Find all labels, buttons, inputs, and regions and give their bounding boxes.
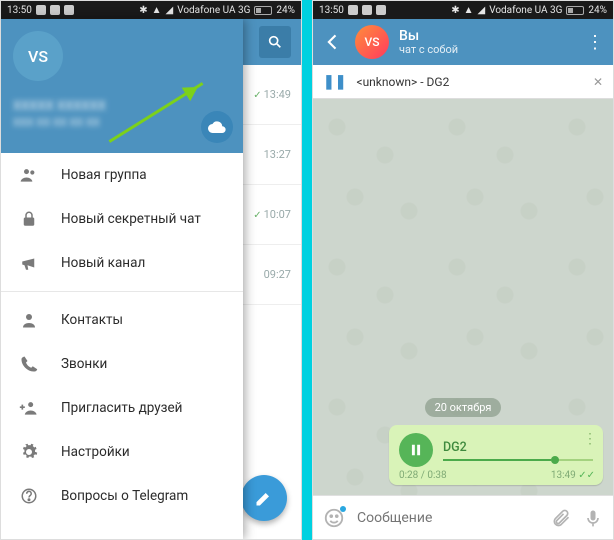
emoji-button[interactable] [323, 507, 345, 529]
date-chip: 20 октября [425, 398, 502, 417]
app-icon [376, 5, 386, 15]
separator [302, 0, 312, 540]
pause-button[interactable] [399, 433, 433, 467]
saved-messages-button[interactable] [201, 111, 233, 143]
carrier-label: Vodafone UA 3G [177, 5, 250, 16]
navigation-drawer: VS XXXXX XXXXXX XXX XX XX XX XX Новая гр… [1, 19, 243, 539]
user-name: XXXXX XXXXXX [13, 99, 231, 114]
menu-button[interactable]: ⋮ [585, 32, 605, 53]
menu-label: Новый канал [61, 255, 145, 271]
status-bar: 13:50 ✱ ▲ ◢ Vodafone UA 3G 24% [313, 1, 613, 19]
group-icon [19, 165, 39, 185]
status-time: 13:50 [7, 5, 32, 16]
battery-icon [566, 6, 584, 15]
player-track: <unknown> - DG2 [356, 75, 582, 89]
menu-calls[interactable]: Звонки [1, 342, 243, 386]
menu-contacts[interactable]: Контакты [1, 298, 243, 342]
drawer-menu: Новая группа Новый секретный чат Новый к… [1, 153, 243, 539]
app-icon [362, 5, 372, 15]
back-button[interactable] [321, 32, 345, 52]
menu-faq[interactable]: Вопросы о Telegram [1, 474, 243, 518]
track-name: DG2 [443, 440, 593, 455]
bluetooth-icon: ✱ [139, 5, 147, 16]
more-icon[interactable]: ⋮ [583, 431, 597, 447]
menu-label: Вопросы о Telegram [61, 488, 188, 504]
message-input-bar [313, 495, 613, 539]
audio-message-bubble[interactable]: ⋮ DG2 0:28 / 0:38 13:49 ✓✓ [389, 425, 603, 485]
app-icon [36, 5, 46, 15]
gear-icon [19, 442, 39, 462]
menu-label: Звонки [61, 356, 107, 372]
phone-icon [19, 354, 39, 374]
app-icon [50, 5, 60, 15]
menu-label: Пригласить друзей [61, 400, 182, 416]
app-icon [64, 5, 74, 15]
status-bar: 13:50 ✱ ▲ ◢ Vodafone UA 3G 24% [1, 1, 301, 19]
help-icon [19, 486, 39, 506]
menu-settings[interactable]: Настройки [1, 430, 243, 474]
chat-title-block[interactable]: Вы чат с собой [399, 28, 575, 57]
carrier-label: Vodafone UA 3G [489, 5, 562, 16]
read-icon: ✓ [253, 90, 261, 101]
status-time: 13:50 [319, 5, 344, 16]
menu-label: Настройки [61, 444, 130, 460]
track-progress: 0:28 / 0:38 [399, 470, 447, 481]
bluetooth-icon: ✱ [451, 5, 459, 16]
battery-percent: 24% [588, 5, 607, 16]
contacts-icon [19, 310, 39, 330]
left-screenshot: 13:50 ✱ ▲ ◢ Vodafone UA 3G 24% ✓13:49 13… [0, 0, 302, 540]
compose-fab[interactable] [241, 475, 287, 521]
mic-button[interactable] [583, 508, 603, 528]
message-time: 13:49 ✓✓ [551, 470, 595, 481]
drawer-header: VS XXXXX XXXXXX XXX XX XX XX XX [1, 19, 243, 153]
search-button[interactable] [259, 26, 291, 58]
menu-label: Новый секретный чат [61, 211, 201, 227]
menu-new-group[interactable]: Новая группа [1, 153, 243, 197]
invite-icon [19, 398, 39, 418]
user-phone: XXX XX XX XX XX [13, 116, 231, 129]
battery-icon [254, 6, 272, 15]
read-icon: ✓ [253, 210, 261, 221]
close-player-button[interactable]: ✕ [593, 75, 603, 89]
chat-area[interactable]: 20 октября ⋮ DG2 0:28 / 0:38 13:49 ✓✓ [313, 99, 613, 495]
divider [1, 291, 243, 292]
chat-title: Вы [399, 28, 575, 44]
menu-invite[interactable]: Пригласить друзей [1, 386, 243, 430]
chat-header: VS Вы чат с собой ⋮ [313, 19, 613, 65]
chat-subtitle: чат с собой [399, 44, 575, 57]
megaphone-icon [19, 253, 39, 273]
audio-track[interactable]: DG2 [443, 440, 593, 461]
message-input[interactable] [357, 510, 539, 526]
menu-label: Новая группа [61, 167, 147, 183]
wifi-icon: ▲ [152, 5, 162, 16]
right-screenshot: 13:50 ✱ ▲ ◢ Vodafone UA 3G 24% VS Вы чат… [312, 0, 614, 540]
pause-icon[interactable]: ❚❚ [323, 74, 346, 90]
lock-icon [19, 209, 39, 229]
app-icon [348, 5, 358, 15]
audio-player-bar[interactable]: ❚❚ <unknown> - DG2 ✕ [313, 65, 613, 99]
battery-percent: 24% [276, 5, 295, 16]
menu-label: Контакты [61, 312, 123, 328]
read-icon: ✓✓ [578, 470, 595, 481]
seek-handle[interactable] [551, 456, 559, 464]
menu-new-channel[interactable]: Новый канал [1, 241, 243, 285]
wifi-icon: ▲ [464, 5, 474, 16]
signal-icon: ◢ [477, 5, 485, 16]
menu-secret-chat[interactable]: Новый секретный чат [1, 197, 243, 241]
user-avatar[interactable]: VS [13, 31, 63, 81]
signal-icon: ◢ [165, 5, 173, 16]
attach-button[interactable] [551, 508, 571, 528]
chat-avatar[interactable]: VS [355, 25, 389, 59]
